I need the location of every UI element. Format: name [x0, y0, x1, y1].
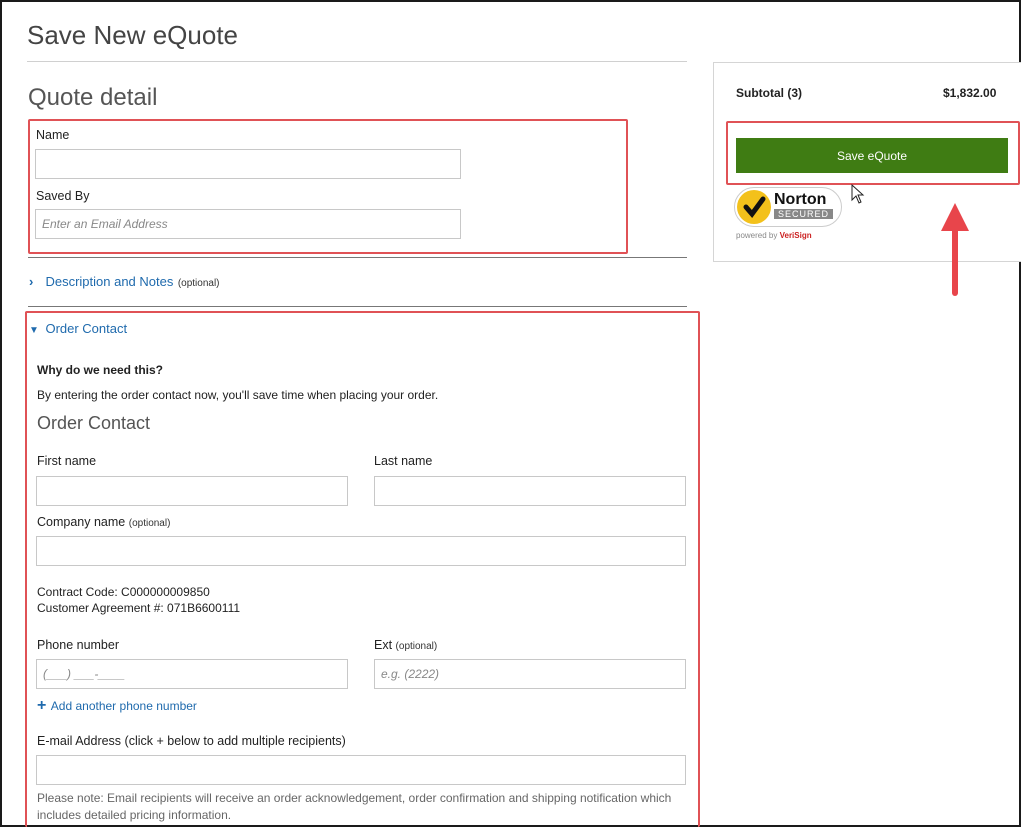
verisign-text: VeriSign: [779, 231, 812, 240]
description-label: Description and Notes: [45, 274, 174, 289]
description-toggle[interactable]: › Description and Notes (optional): [29, 273, 220, 291]
add-phone-label: Add another phone number: [50, 699, 197, 713]
why-text: By entering the order contact now, you'l…: [37, 388, 439, 402]
plus-icon: +: [37, 697, 47, 714]
first-name-label: First name: [37, 454, 97, 468]
first-name-input[interactable]: [36, 476, 348, 506]
company-name-label-text: Company name: [37, 515, 126, 529]
contract-code: Contract Code: C000000009850: [37, 585, 210, 599]
last-name-input[interactable]: [374, 476, 686, 506]
page-title: Save New eQuote: [27, 20, 239, 50]
mouse-cursor-icon: [851, 184, 865, 204]
description-optional: (optional): [177, 278, 220, 289]
order-contact-toggle-label: Order Contact: [45, 321, 128, 336]
ext-optional: (optional): [395, 641, 438, 652]
customer-agreement: Customer Agreement #: 071B6600111: [37, 601, 241, 615]
company-name-label: Company name (optional): [37, 515, 170, 529]
norton-powered-by: powered by VeriSign: [736, 231, 812, 240]
chevron-right-icon: ›: [29, 274, 34, 289]
name-label: Name: [36, 128, 70, 142]
norton-powered-text: powered by: [736, 231, 778, 240]
quote-detail-heading: Quote detail: [28, 84, 158, 111]
order-contact-toggle[interactable]: ▼ Order Contact: [29, 320, 127, 338]
ext-label-text: Ext: [374, 638, 393, 652]
norton-secured-text: SECURED: [774, 209, 834, 219]
title-divider: [27, 61, 687, 62]
company-name-input[interactable]: [36, 536, 686, 566]
company-optional: (optional): [128, 518, 171, 529]
email-note: Please note: Email recipients will recei…: [37, 791, 672, 822]
subtotal-value: $1,832.00: [943, 86, 997, 100]
ext-input[interactable]: e.g. (2222): [374, 659, 686, 689]
name-input[interactable]: [35, 149, 461, 179]
saved-by-email-input[interactable]: Enter an Email Address: [35, 209, 461, 239]
add-phone-link[interactable]: + Add another phone number: [37, 697, 197, 715]
email-input[interactable]: [36, 755, 686, 785]
norton-checkmark-icon: [737, 190, 771, 224]
order-contact-subheading: Order Contact: [37, 413, 151, 433]
section-divider: [28, 306, 687, 307]
subtotal-label: Subtotal (3): [736, 86, 802, 100]
last-name-label: Last name: [374, 454, 433, 468]
phone-input[interactable]: (___) ___-____: [36, 659, 348, 689]
norton-secured-badge: Norton SECURED powered by VeriSign: [734, 187, 849, 243]
why-heading: Why do we need this?: [37, 363, 164, 377]
saved-by-label: Saved By: [36, 189, 90, 203]
save-equote-button[interactable]: Save eQuote: [736, 138, 1008, 173]
email-label: E-mail Address (click + below to add mul…: [37, 734, 346, 748]
section-divider: [28, 257, 687, 258]
phone-label: Phone number: [37, 638, 120, 652]
norton-wordmark: Norton: [774, 191, 827, 208]
ext-label: Ext (optional): [374, 638, 437, 652]
annotation-arrow-icon: [941, 203, 969, 296]
chevron-down-icon: ▼: [29, 325, 39, 336]
